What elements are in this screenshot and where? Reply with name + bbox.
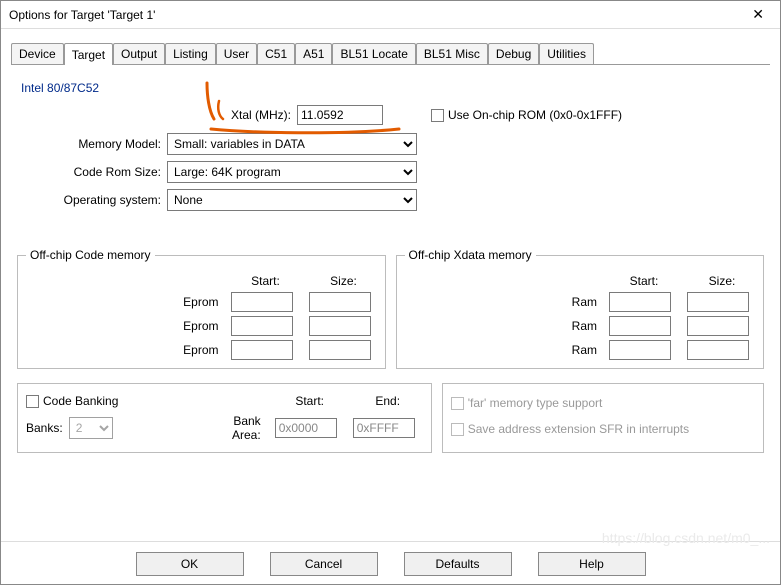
cancel-button[interactable]: Cancel bbox=[270, 552, 378, 576]
code-rom-row: Code Rom Size: Large: 64K program bbox=[17, 161, 764, 183]
xtal-row: Xtal (MHz): Use On-chip ROM (0x0-0x1FFF) bbox=[17, 105, 764, 125]
xdata_mem-size-hdr: Size: bbox=[687, 274, 757, 288]
xdata_mem-start-hdr: Start: bbox=[609, 274, 679, 288]
tab-listing[interactable]: Listing bbox=[165, 43, 216, 64]
code-mem-group: Off-chip Code memory Start:Size:EpromEpr… bbox=[17, 255, 386, 369]
memory-model-select[interactable]: Small: variables in DATA bbox=[167, 133, 417, 155]
code-rom-select[interactable]: Large: 64K program bbox=[167, 161, 417, 183]
xdata_mem-start-input[interactable] bbox=[609, 340, 671, 360]
code_mem-row-label: Eprom bbox=[24, 343, 223, 357]
xdata-mem-table: Start: Size: Ram Ram Ram bbox=[403, 274, 758, 360]
xtal-label: Xtal (MHz): bbox=[17, 108, 297, 122]
bank-area-label: Bank Area: bbox=[232, 414, 267, 442]
code_mem-start-input[interactable] bbox=[231, 340, 293, 360]
tab-utilities[interactable]: Utilities bbox=[539, 43, 594, 64]
code_mem-start-input[interactable] bbox=[231, 316, 293, 336]
code-banking-label: Code Banking bbox=[43, 394, 118, 408]
close-icon[interactable]: ✕ bbox=[744, 4, 772, 25]
code_mem-start-hdr: Start: bbox=[231, 274, 301, 288]
os-label: Operating system: bbox=[17, 193, 167, 207]
tab-user[interactable]: User bbox=[216, 43, 257, 64]
xdata_mem-row-label: Ram bbox=[403, 319, 602, 333]
tab-debug[interactable]: Debug bbox=[488, 43, 539, 64]
xdata_mem-row-label: Ram bbox=[403, 295, 602, 309]
tab-bl51-misc[interactable]: BL51 Misc bbox=[416, 43, 488, 64]
save-sfr-label: Save address extension SFR in interrupts bbox=[468, 422, 689, 436]
xdata-mem-legend: Off-chip Xdata memory bbox=[405, 248, 536, 262]
xdata_mem-start-input[interactable] bbox=[609, 316, 671, 336]
far-memory-group: 'far' memory type support Save address e… bbox=[442, 383, 764, 453]
options-dialog: Options for Target 'Target 1' ✕ DeviceTa… bbox=[0, 0, 781, 585]
xdata_mem-row-label: Ram bbox=[403, 343, 602, 357]
xdata-mem-group: Off-chip Xdata memory Start:Size:RamRamR… bbox=[396, 255, 765, 369]
tabstrip: DeviceTargetOutputListingUserC51A51BL51 … bbox=[11, 41, 770, 65]
code_mem-row-label: Eprom bbox=[24, 319, 223, 333]
tab-a51[interactable]: A51 bbox=[295, 43, 332, 64]
code_mem-size-input[interactable] bbox=[309, 340, 371, 360]
ok-button[interactable]: OK bbox=[136, 552, 244, 576]
banking-end-hdr: End: bbox=[353, 394, 423, 408]
xdata_mem-start-input[interactable] bbox=[609, 292, 671, 312]
code_mem-size-hdr: Size: bbox=[309, 274, 379, 288]
bank-area-start bbox=[275, 418, 337, 438]
target-tabpage: Intel 80/87C52 Xtal (MHz): Use On-chip R… bbox=[11, 71, 770, 459]
titlebar: Options for Target 'Target 1' ✕ bbox=[1, 1, 780, 29]
os-row: Operating system: None bbox=[17, 189, 764, 211]
chip-label: Intel 80/87C52 bbox=[17, 79, 764, 105]
offchip-groups: Off-chip Code memory Start: Size: Eprom Epr… bbox=[17, 241, 764, 369]
banks-label: Banks: bbox=[26, 421, 63, 435]
xdata_mem-size-input[interactable] bbox=[687, 340, 749, 360]
code-banking-checkbox[interactable] bbox=[26, 395, 39, 408]
code_mem-size-input[interactable] bbox=[309, 316, 371, 336]
onchip-rom-checkbox[interactable] bbox=[431, 109, 444, 122]
far-mem-label: 'far' memory type support bbox=[468, 396, 603, 410]
defaults-button[interactable]: Defaults bbox=[404, 552, 512, 576]
tab-target[interactable]: Target bbox=[64, 43, 113, 65]
code_mem-start-input[interactable] bbox=[231, 292, 293, 312]
tab-bl51-locate[interactable]: BL51 Locate bbox=[332, 43, 415, 64]
code_mem-row-label: Eprom bbox=[24, 295, 223, 309]
content-area: DeviceTargetOutputListingUserC51A51BL51 … bbox=[1, 29, 780, 541]
banks-select: 2 bbox=[69, 417, 113, 439]
xtal-input[interactable] bbox=[297, 105, 383, 125]
code-rom-label: Code Rom Size: bbox=[17, 165, 167, 179]
tab-c51[interactable]: C51 bbox=[257, 43, 295, 64]
code_mem-size-input[interactable] bbox=[309, 292, 371, 312]
code-mem-table: Start: Size: Eprom Eprom Eprom bbox=[24, 274, 379, 360]
tab-device[interactable]: Device bbox=[11, 43, 64, 64]
code-mem-legend: Off-chip Code memory bbox=[26, 248, 155, 262]
far-mem-checkbox bbox=[451, 397, 464, 410]
help-button[interactable]: Help bbox=[538, 552, 646, 576]
window-title: Options for Target 'Target 1' bbox=[9, 8, 155, 22]
onchip-rom-label: Use On-chip ROM (0x0-0x1FFF) bbox=[448, 108, 622, 122]
xdata_mem-size-input[interactable] bbox=[687, 292, 749, 312]
save-sfr-checkbox bbox=[451, 423, 464, 436]
os-select[interactable]: None bbox=[167, 189, 417, 211]
xdata_mem-size-input[interactable] bbox=[687, 316, 749, 336]
memory-model-row: Memory Model: Small: variables in DATA bbox=[17, 133, 764, 155]
memory-model-label: Memory Model: bbox=[17, 137, 167, 151]
tab-output[interactable]: Output bbox=[113, 43, 165, 64]
bottom-groups: Code Banking Start: End: Banks: 2 Bank A… bbox=[17, 369, 764, 453]
button-bar: OK Cancel Defaults Help bbox=[1, 541, 780, 584]
code-banking-group: Code Banking Start: End: Banks: 2 Bank A… bbox=[17, 383, 432, 453]
bank-area-end bbox=[353, 418, 415, 438]
banking-start-hdr: Start: bbox=[275, 394, 345, 408]
